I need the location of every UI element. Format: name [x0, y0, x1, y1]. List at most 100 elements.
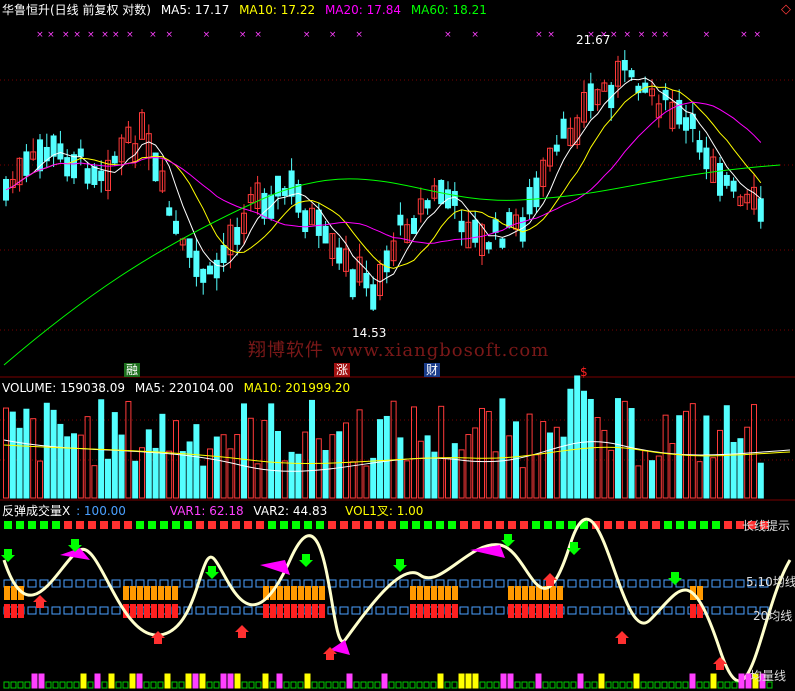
- volume-bar: [309, 399, 315, 499]
- candle-body: [64, 157, 71, 177]
- candle-body: [424, 200, 431, 209]
- signal-cell: [40, 521, 48, 529]
- diamond-icon[interactable]: ◇: [781, 2, 791, 17]
- candle-body: [166, 207, 173, 216]
- var1-label: VAR1: 62.18: [169, 504, 244, 518]
- volume-bar: [50, 409, 57, 499]
- candle-body: [472, 219, 479, 243]
- signal-cell: [676, 521, 684, 529]
- signal-cell: [196, 521, 204, 529]
- volume-signal-block: [59, 681, 66, 689]
- candle-body: [553, 144, 560, 152]
- volume-signal-block: [549, 681, 556, 689]
- red-block: [284, 604, 290, 618]
- signal-cell: [148, 521, 156, 529]
- volume-signal-block: [486, 681, 493, 689]
- candle-body: [193, 250, 200, 277]
- badge-dollar[interactable]: $: [580, 365, 588, 379]
- orange-block: [431, 586, 437, 600]
- volume-signal-block: [675, 681, 682, 689]
- volume-signal-block: [409, 681, 416, 689]
- volume-bar: [261, 419, 268, 499]
- volume-bar: [275, 430, 281, 499]
- level-box: [75, 579, 85, 588]
- signal-cell: [280, 521, 288, 529]
- level-box: [675, 606, 685, 615]
- volume-signal-block: [598, 673, 605, 689]
- badge-finance[interactable]: 财: [424, 363, 441, 377]
- level-box: [375, 579, 385, 588]
- volume-signal-block: [185, 673, 192, 689]
- level-box: [87, 579, 97, 588]
- signal-cell: [532, 521, 540, 529]
- volume-signal-block: [87, 681, 94, 689]
- volume-signal-block: [654, 681, 661, 689]
- volume-bar: [751, 404, 757, 499]
- signal-cell: [328, 521, 336, 529]
- volume-bar: [472, 427, 479, 499]
- vol1-label: VOL1叉: 1.00: [345, 504, 424, 518]
- candle-body: [213, 259, 220, 279]
- volume-bar: [492, 451, 499, 499]
- volume-bar: [642, 450, 649, 499]
- ma20-line: [5, 101, 762, 244]
- volume-bar: [77, 434, 84, 499]
- price-header: 华鲁恒升(日线 前复权 对数) MA5: 17.17 MA10: 17.22 M…: [2, 2, 493, 18]
- badge-margin[interactable]: 融: [124, 363, 141, 377]
- signal-cell: [616, 521, 624, 529]
- signal-cell: [448, 521, 456, 529]
- marker-x: ×: [651, 30, 659, 40]
- marker-x: ×: [535, 30, 543, 40]
- signal-cell: [184, 521, 192, 529]
- level-box: [351, 579, 361, 588]
- volume-bar: [315, 438, 322, 499]
- candle-body: [77, 148, 84, 157]
- orange-block: [424, 586, 430, 600]
- signal-cell: [244, 521, 252, 529]
- candle-body: [220, 245, 227, 263]
- volume-signal-block: [318, 681, 325, 689]
- level-box: [639, 606, 649, 615]
- signal-cell: [604, 521, 612, 529]
- volume-bar: [710, 457, 717, 499]
- vol-ma5-label: MA5: 220104.00: [134, 381, 234, 395]
- down-arrow-icon: [299, 554, 313, 567]
- volume-bar: [451, 443, 458, 499]
- red-block: [319, 604, 325, 618]
- volume-signal-block: [129, 673, 136, 689]
- volume-signal-block: [556, 681, 563, 689]
- level-box: [75, 606, 85, 615]
- signal-cell: [28, 521, 36, 529]
- marker-x: ×: [254, 30, 262, 40]
- volume-bar: [227, 448, 234, 499]
- level-box: [111, 606, 121, 615]
- volume-signal-block: [3, 681, 10, 689]
- down-arrow-icon: [668, 572, 682, 585]
- volume-bar: [37, 460, 43, 499]
- volume-bar: [689, 403, 696, 499]
- level-box: [711, 579, 721, 588]
- volume-signal-block: [38, 673, 45, 689]
- red-block: [550, 604, 556, 618]
- badge-rise[interactable]: 涨: [334, 363, 351, 377]
- level-box: [723, 579, 733, 588]
- marker-x: ×: [36, 30, 44, 40]
- candle-body: [315, 209, 322, 236]
- volume-signal-block: [444, 681, 451, 689]
- level-box: [651, 579, 661, 588]
- volume-signal-block: [276, 673, 283, 689]
- signal-cell: [700, 521, 708, 529]
- signal-cell: [124, 521, 132, 529]
- volume-signal-block: [493, 681, 500, 689]
- candle-body: [411, 218, 417, 234]
- candle-body: [383, 250, 390, 273]
- volume-bar: [186, 441, 193, 499]
- red-block: [4, 604, 10, 618]
- level-box: [699, 579, 709, 588]
- candle-body: [186, 238, 193, 258]
- volume-bar: [111, 412, 118, 499]
- marker-x: ×: [355, 30, 363, 40]
- candle-body: [560, 118, 567, 139]
- candle-body: [730, 180, 737, 192]
- red-block: [515, 604, 521, 618]
